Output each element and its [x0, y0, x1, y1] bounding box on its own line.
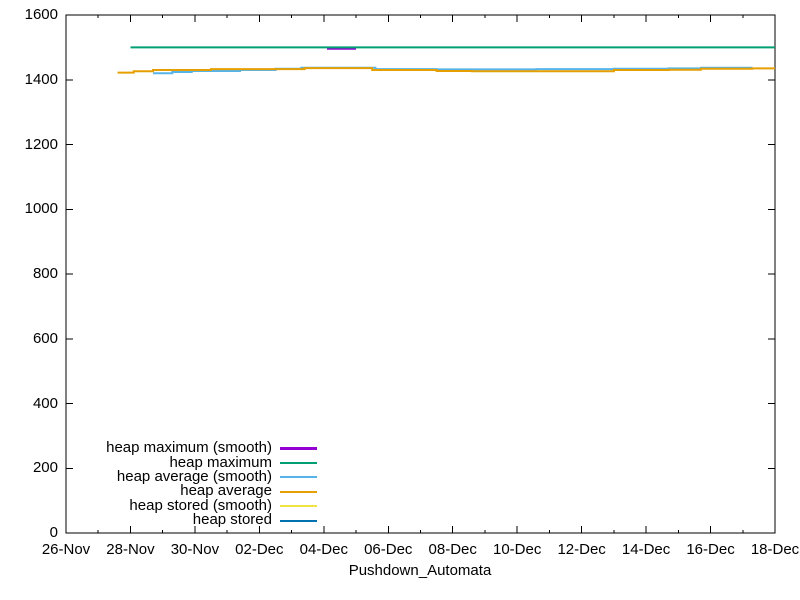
- legend-item-heap-average-smooth: heap average (smooth): [30, 469, 317, 485]
- x-tick-label: 10-Dec: [492, 541, 542, 558]
- y-tick-label: 1600: [24, 6, 58, 23]
- memory-usage-chart: 26-Nov 28-Nov 30-Nov 02-Dec 04-Dec 06-Dec 08-D…: [0, 0, 800, 600]
- y-tick-label: 1200: [24, 135, 58, 153]
- x-tick-label: 04-Dec: [299, 541, 348, 558]
- legend-swatch: [280, 505, 317, 508]
- y-tick-label: 1000: [24, 200, 58, 218]
- legend-swatch: [280, 447, 317, 450]
- y-tick-label: 400: [32, 394, 58, 412]
- x-tick-label: 18-Dec: [750, 541, 800, 558]
- x-tick-label: 06-Dec: [364, 541, 413, 558]
- x-tick-label: 02-Dec: [235, 541, 284, 558]
- x-tick-label: 30-Nov: [170, 541, 220, 558]
- x-tick-label: 14-Dec: [621, 541, 671, 558]
- x-tick-label: 28-Nov: [106, 541, 155, 558]
- legend-swatch: [280, 476, 317, 479]
- legend-item-heap-stored: heap stored: [30, 513, 317, 528]
- legend-label: heap stored: [192, 511, 272, 529]
- x-tick-label: 26-Nov: [41, 541, 91, 558]
- legend-swatch: [280, 461, 317, 464]
- y-tick-label: 800: [32, 265, 58, 282]
- x-tick-label: 08-Dec: [428, 541, 477, 558]
- y-tick-label: 1400: [24, 70, 58, 88]
- legend-item-heap-stored-smooth: heap stored (smooth): [30, 498, 317, 514]
- x-tick-label: 16-Dec: [686, 541, 735, 558]
- chart-title: Pushdown_Automata: [348, 562, 492, 579]
- x-tick-label: 12-Dec: [557, 541, 606, 558]
- legend-swatch: [280, 519, 317, 522]
- legend-swatch: [280, 490, 317, 493]
- y-tick-label: 600: [32, 329, 58, 347]
